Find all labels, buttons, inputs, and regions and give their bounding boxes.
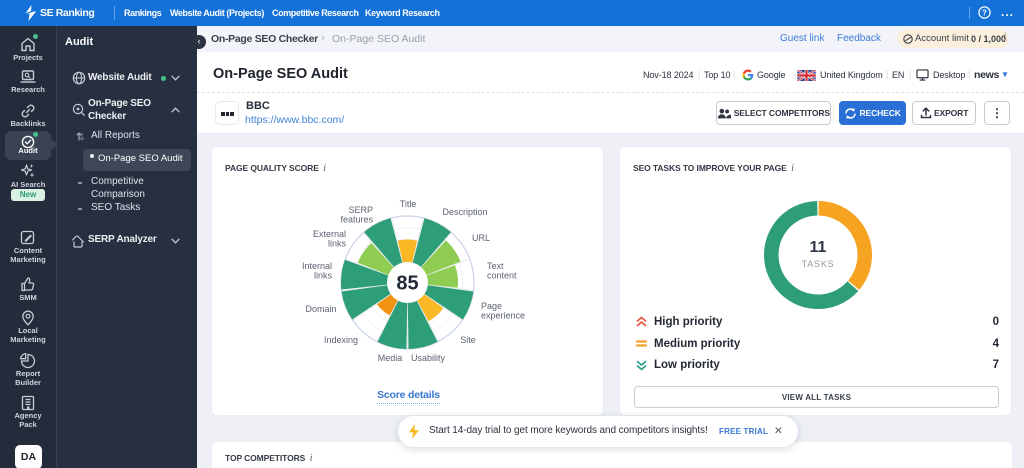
svg-text:External: External xyxy=(313,229,346,239)
svg-text:Site: Site xyxy=(460,335,476,345)
svg-text:links: links xyxy=(328,239,347,249)
svg-text:features: features xyxy=(340,215,373,225)
svg-text:experience: experience xyxy=(481,311,525,321)
svg-text:Text: Text xyxy=(487,261,504,271)
svg-text:?: ? xyxy=(982,8,987,17)
svg-text:SERP: SERP xyxy=(348,205,373,215)
svg-text:Title: Title xyxy=(400,199,417,209)
svg-text:85: 85 xyxy=(396,273,418,295)
svg-text:Media: Media xyxy=(378,353,403,363)
svg-text:Domain: Domain xyxy=(305,304,336,314)
svg-text:Page: Page xyxy=(481,301,502,311)
svg-text:Indexing: Indexing xyxy=(324,335,358,345)
svg-text:Usability: Usability xyxy=(411,353,446,363)
svg-text:URL: URL xyxy=(472,233,490,243)
svg-text:content: content xyxy=(487,271,517,281)
svg-text:links: links xyxy=(314,271,333,281)
svg-text:Internal: Internal xyxy=(302,261,332,271)
svg-text:Description: Description xyxy=(442,207,487,217)
